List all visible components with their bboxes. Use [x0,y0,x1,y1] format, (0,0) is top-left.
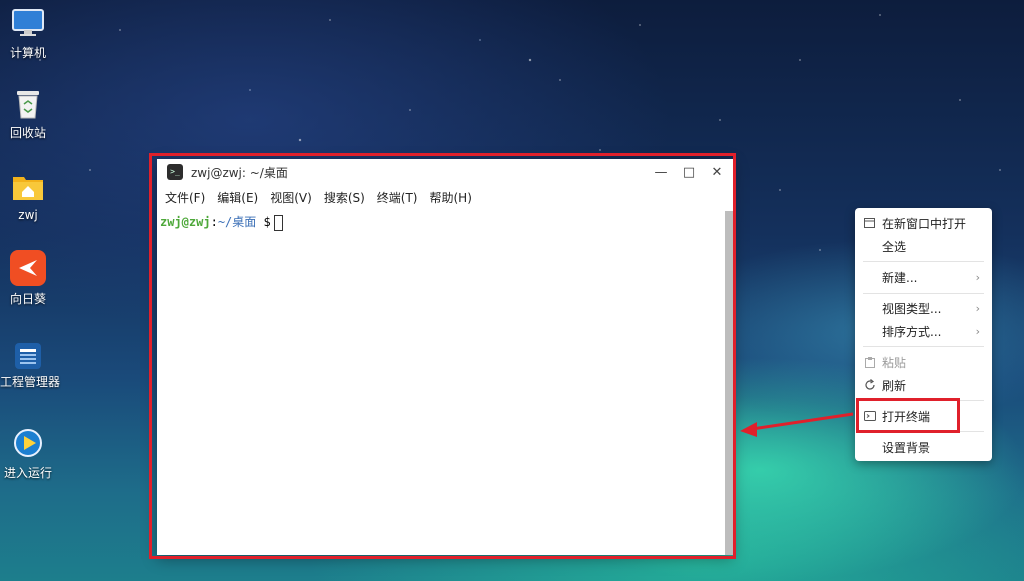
menu-item-paste[interactable]: 粘贴 [855,351,992,373]
open-terminal-highlight-box [856,398,960,433]
menu-separator [863,346,984,347]
chevron-right-icon: › [975,324,980,338]
menu-item-sort-by[interactable]: 排序方式... › [855,320,992,342]
paste-icon [864,356,876,368]
terminal-highlight-frame [149,153,736,559]
menu-item-select-all[interactable]: 全选 [855,235,992,257]
desktop-icon-sunlogin[interactable]: 向日葵 [0,250,56,307]
menu-item-new[interactable]: 新建... › [855,266,992,288]
project-manager-icon [15,343,41,369]
computer-icon [11,6,45,40]
menu-item-view-type[interactable]: 视图类型... › [855,297,992,319]
menu-item-refresh[interactable]: 刷新 [855,374,992,396]
desktop-icon-trash[interactable]: 回收站 [0,86,56,141]
menu-separator [863,293,984,294]
menu-item-open-new-window[interactable]: 在新窗口中打开 [855,212,992,234]
new-window-icon [864,217,876,229]
sunlogin-icon [10,250,46,286]
desktop-icon-run[interactable]: 进入运行 [0,426,56,481]
refresh-icon [864,379,876,391]
home-folder-icon [11,170,45,204]
menu-item-set-background[interactable]: 设置背景 [855,436,992,458]
desktop-icon-project-manager[interactable]: 工程管理器 [0,343,60,390]
chevron-right-icon: › [975,270,980,284]
menu-separator [863,261,984,262]
trash-icon [11,86,45,120]
chevron-right-icon: › [975,301,980,315]
desktop-icon-home[interactable]: zwj [0,170,56,222]
run-icon [11,426,45,460]
desktop-icon-computer[interactable]: 计算机 [0,6,56,61]
